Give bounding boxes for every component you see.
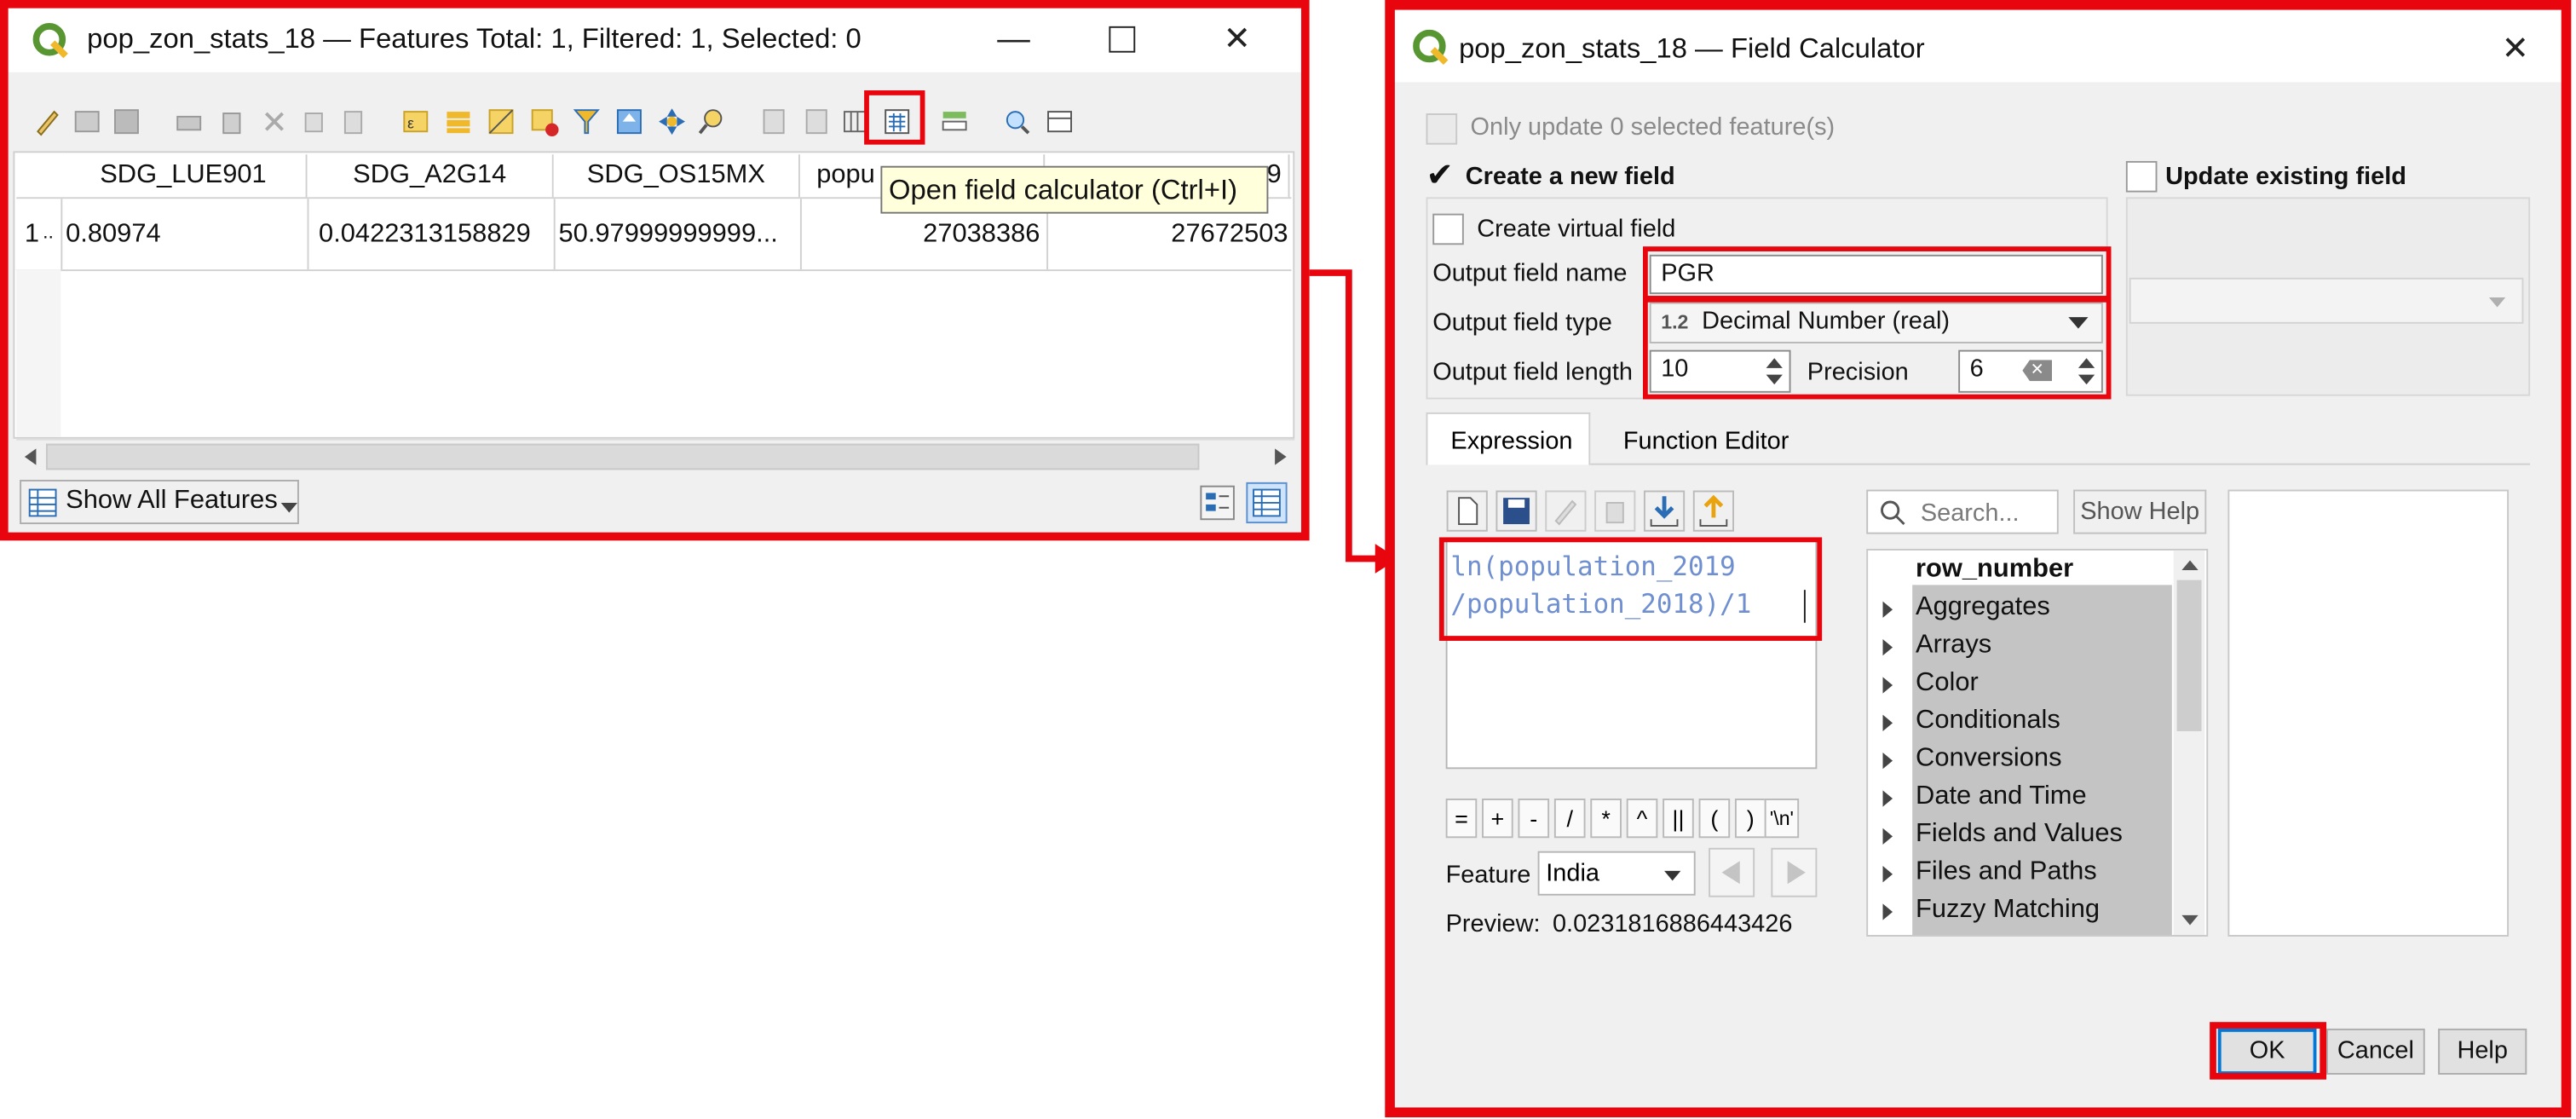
field-calculator-highlight bbox=[1385, 0, 2572, 1118]
attribute-table-highlight bbox=[0, 0, 1310, 541]
